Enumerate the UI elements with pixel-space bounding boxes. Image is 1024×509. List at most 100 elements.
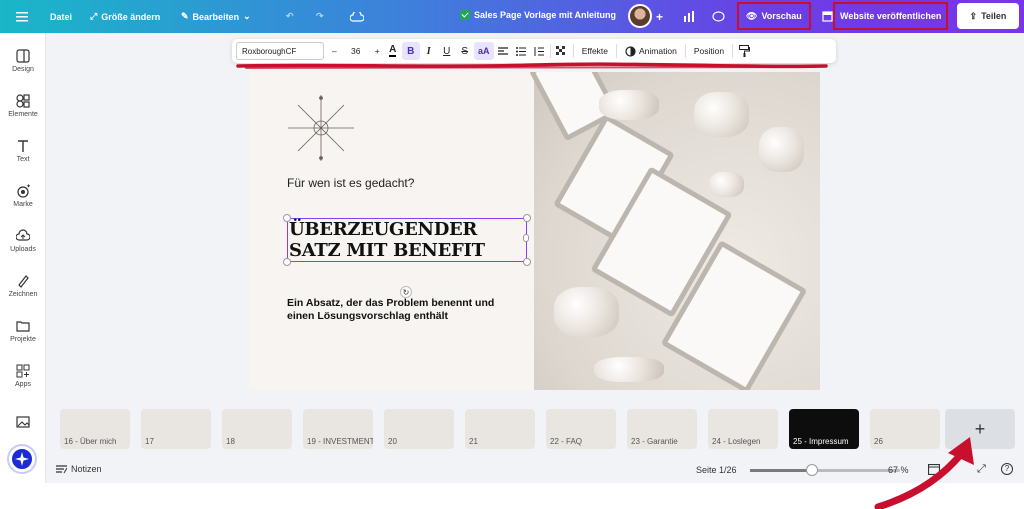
folder-icon [16,321,30,332]
edit-menu[interactable]: ✎ Bearbeiten ⌄ [181,0,251,33]
insights-button[interactable] [683,0,695,33]
resize-handle[interactable] [523,234,529,242]
minus-icon: – [332,46,337,56]
chevron-down-icon: ⌄ [243,11,251,21]
headline-textbox[interactable]: ÜBERZEUGENDER SATZ MIT BENEFIT [287,218,527,262]
site-icon-button[interactable] [822,0,833,33]
page-thumbnail[interactable]: 21 [465,409,535,449]
toolbar-divider [616,44,618,58]
text-icon [18,140,28,152]
sidebar-item-text[interactable]: Text [0,139,46,163]
zoom-slider-handle[interactable] [805,464,818,476]
sidebar: Design Elemente Text ✦ Marke Uploads Zei… [0,33,46,483]
underline-button[interactable]: U [438,42,456,60]
page-thumbnail-label: 19 - INVESTMENT [307,437,373,446]
share-label: Teilen [981,11,1007,21]
sidebar-item-label: Marke [13,201,33,208]
sidebar-item-brand[interactable]: ✦ Marke [0,184,46,208]
add-collaborator-button[interactable]: + [656,0,663,33]
publish-label: Website veröffentlichen [840,11,942,21]
spacing-button[interactable] [530,42,548,60]
avatar[interactable] [628,4,652,28]
magic-assistant-button[interactable] [9,446,35,472]
file-menu[interactable]: Datei [50,0,72,33]
page-indicator[interactable]: Seite 1/26 [696,465,737,475]
page-thumbnail-label: 25 - Impressum [793,437,849,446]
list-button[interactable] [512,42,530,60]
align-button[interactable] [494,42,512,60]
animation-label: Animation [639,46,677,56]
sidebar-item-elements[interactable]: Elemente [0,94,46,118]
sidebar-item-draw[interactable]: Zeichnen [0,274,46,298]
photo-crystal [594,357,664,382]
undo-icon: ↶ [286,11,294,21]
menu-button[interactable] [16,0,28,33]
page-thumbnail[interactable]: 19 - INVESTMENT [303,409,373,449]
notes-button[interactable]: Notizen [56,464,102,474]
sidebar-item-label: Zeichnen [8,291,38,298]
edit-label: Bearbeiten [192,11,240,22]
hamburger-icon [16,11,28,21]
page-thumbnail[interactable]: 22 - FAQ [546,409,616,449]
document-title[interactable]: Sales Page Vorlage mit Anleitung [460,10,616,20]
apps-icon [16,364,30,378]
page-thumbnail[interactable]: 17 [141,409,211,449]
top-bar: Datei ⤢ Größe ändern ✎ Bearbeiten ⌄ ↶ ↷ … [0,0,1024,33]
sidebar-item-design[interactable]: Design [0,49,46,73]
bold-button[interactable]: B [401,42,420,60]
photo-crystal [694,92,749,137]
text-color-button[interactable]: A [384,42,402,60]
page-thumbnail-label: 16 - Über mich [64,437,117,446]
sidebar-item-apps[interactable]: Apps [0,364,46,388]
page-thumbnail[interactable]: 23 - Garantie [627,409,697,449]
effects-label: Effekte [581,46,609,56]
paint-roller-icon [738,45,750,57]
sun-illustration [288,95,354,161]
page-thumbnail[interactable]: 20 [384,409,454,449]
comment-button[interactable] [712,0,725,33]
preview-button[interactable]: 👁 Vorschau [737,2,811,30]
animation-button[interactable]: Animation [619,39,683,63]
eye-icon: 👁 [746,10,758,21]
font-size-decrease[interactable]: – [328,39,341,63]
font-family-select[interactable]: RoxboroughCF [236,42,324,60]
undo-button[interactable]: ↶ [286,0,294,33]
resize-handle[interactable] [283,258,291,266]
letter-case-button[interactable]: aA [473,42,494,60]
resize-handle[interactable] [283,214,291,222]
resize-handle[interactable] [523,214,531,222]
page-thumbnail[interactable]: 18 [222,409,292,449]
body-paragraph[interactable]: Ein Absatz, der das Problem benennt und … [287,297,497,323]
publish-website-button[interactable]: Website veröffentlichen [832,2,949,30]
resize-button[interactable]: ⤢ Größe ändern [90,0,160,33]
font-size-field[interactable]: 36 [341,39,371,63]
copy-style-button[interactable] [735,42,753,60]
page-thumbnail-label: 23 - Garantie [631,437,678,446]
sidebar-item-uploads[interactable]: Uploads [0,229,46,253]
effects-button[interactable]: Effekte [576,39,614,63]
page-thumbnail[interactable]: 16 - Über mich [60,409,130,449]
underline-icon: U [443,45,451,57]
sidebar-item-images[interactable] [0,415,46,432]
line-spacing-icon [534,46,544,56]
subheading[interactable]: Für wen ist es gedacht? [287,176,414,190]
page-thumbnail[interactable]: 24 - Loslegen [708,409,778,449]
cloud-save-button[interactable] [350,0,364,33]
share-button[interactable]: ⇪ Teilen [957,3,1019,29]
position-button[interactable]: Position [688,39,730,63]
sparkle-icon [15,452,29,466]
font-size-increase[interactable]: + [371,39,384,63]
resize-handle[interactable] [523,258,531,266]
sidebar-item-label: Apps [15,381,31,388]
transparency-button[interactable] [553,42,571,60]
redo-button[interactable]: ↷ [316,0,324,33]
tarot-cards-photo[interactable] [528,72,820,390]
image-icon [16,416,30,428]
page-thumbnail[interactable]: 25 - Impressum [789,409,859,449]
strikethrough-button[interactable]: S [456,42,474,60]
sidebar-item-projects[interactable]: Projekte [0,319,46,343]
font-size-value: 36 [351,46,361,56]
italic-icon: I [426,45,431,57]
italic-button[interactable]: I [420,42,438,60]
font-family-label: RoxboroughCF [242,46,297,56]
